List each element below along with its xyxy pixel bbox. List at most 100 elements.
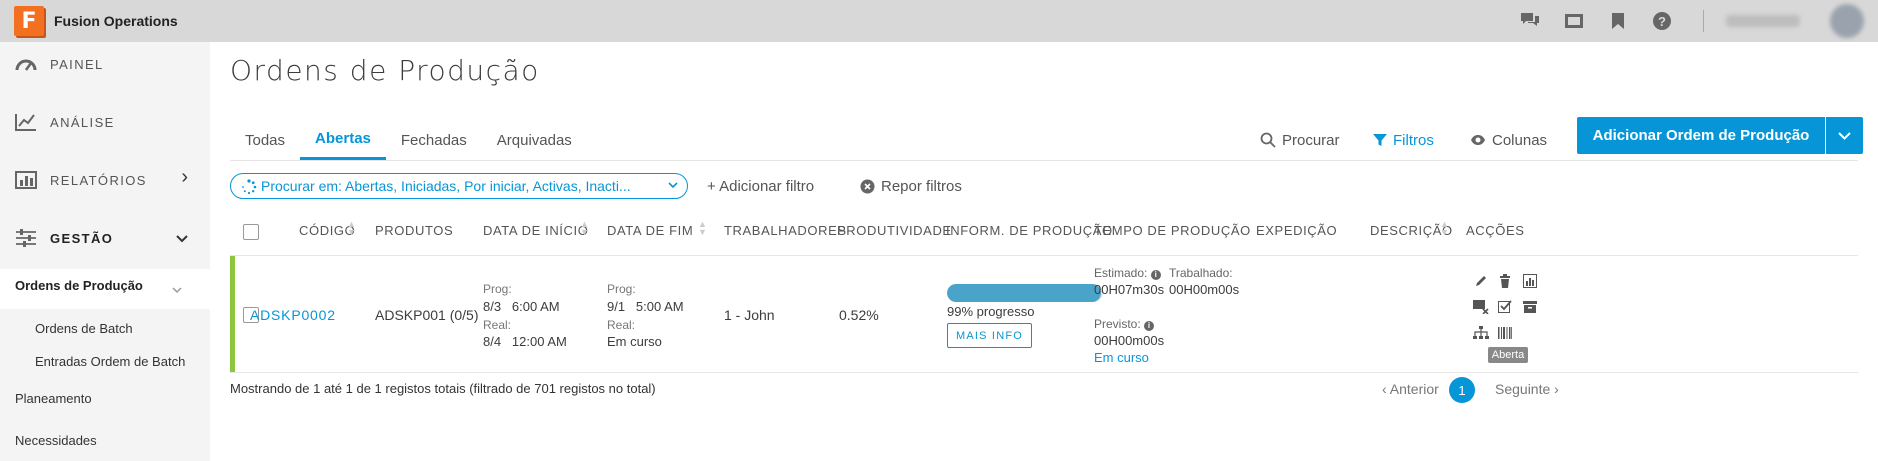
time-status-link[interactable]: Em curso <box>1094 350 1149 365</box>
column-header-trabalhadores[interactable]: TRABALHADORES <box>724 223 847 238</box>
search-button[interactable]: Procurar <box>1260 128 1340 152</box>
loading-icon <box>242 179 257 195</box>
columns-button[interactable]: Colunas <box>1470 128 1547 152</box>
sliders-icon <box>14 228 38 248</box>
column-header-produtividade[interactable]: PRODUTIVIDADE <box>837 223 952 238</box>
column-header-inform-producao[interactable]: INFORM. DE PRODUÇÃO <box>946 223 1113 238</box>
divider <box>230 372 1858 373</box>
order-code-link[interactable]: ADSKP0002 <box>250 307 336 323</box>
app-logo[interactable]: F <box>14 6 44 36</box>
sidebar-item-label: RELATÓRIOS <box>50 172 147 188</box>
column-header-expedicao[interactable]: EXPEDIÇÃO <box>1256 223 1337 238</box>
status-tooltip: Aberta <box>1488 347 1528 363</box>
search-label: Procurar <box>1282 131 1340 149</box>
column-header-data-fim[interactable]: DATA DE FIM <box>607 223 693 238</box>
chevron-down-icon <box>176 230 188 246</box>
screen-icon[interactable] <box>1563 10 1585 32</box>
add-filter-button[interactable]: + Adicionar filtro <box>707 178 814 195</box>
progress-text: 99% progresso <box>947 304 1035 319</box>
tab-arquivadas[interactable]: Arquivadas <box>482 120 587 160</box>
sort-icon[interactable]: ▲ ▼ <box>1440 220 1449 237</box>
sidebar-subitem-ordens-producao[interactable]: Ordens de Produção <box>15 278 143 293</box>
end-real-label: Real: <box>607 318 636 332</box>
tab-fechadas[interactable]: Fechadas <box>386 120 482 160</box>
start-prog-value: 8/3 6:00 AM <box>483 299 560 314</box>
chevron-right-icon: › <box>181 166 188 188</box>
chat-icon[interactable] <box>1519 10 1541 32</box>
start-real-value: 8/4 12:00 AM <box>483 334 567 349</box>
filter-pill-label: Procurar em: Abertas, Iniciadas, Por ini… <box>261 178 631 194</box>
bookmark-icon[interactable] <box>1607 10 1629 32</box>
filters-button[interactable]: Filtros <box>1373 128 1434 152</box>
avatar[interactable] <box>1830 4 1864 38</box>
reset-filters-label: Repor filtros <box>881 178 962 195</box>
delete-icon[interactable] <box>1496 272 1514 290</box>
sidebar-item-painel[interactable]: PAINEL <box>0 46 210 82</box>
checkbox-icon[interactable] <box>1496 298 1514 316</box>
end-prog-label: Prog: <box>607 282 636 296</box>
divider <box>230 255 1858 256</box>
production-progress-bar <box>947 284 1103 302</box>
sidebar-item-necessidades[interactable]: Necessidades <box>15 433 97 448</box>
records-summary: Mostrando de 1 até 1 de 1 registos totai… <box>230 381 656 396</box>
sidebar-item-planeamento[interactable]: Planeamento <box>15 391 92 406</box>
main-content: Ordens de Produção Todas Abertas Fechada… <box>210 42 1878 461</box>
end-prog-value: 9/1 5:00 AM <box>607 299 684 314</box>
add-dropdown-button[interactable] <box>1826 117 1863 154</box>
forecast-value: 00H00m00s <box>1094 333 1165 348</box>
reset-filters-button[interactable]: Repor filtros <box>860 178 962 195</box>
estimated-label: Estimado: i <box>1094 266 1161 280</box>
archive-icon[interactable] <box>1521 298 1539 316</box>
page-number-button[interactable]: 1 <box>1449 377 1475 403</box>
user-name[interactable] <box>1726 15 1800 27</box>
svg-text:?: ? <box>1658 14 1666 29</box>
progress-fill <box>947 284 1102 302</box>
analysis-icon <box>14 112 38 132</box>
end-real-value: Em curso <box>607 334 662 349</box>
sidebar-subitem-ordens-batch[interactable]: Ordens de Batch <box>35 321 133 336</box>
add-production-order-button[interactable]: Adicionar Ordem de Produção <box>1577 117 1825 154</box>
sort-icon[interactable]: ▲ ▼ <box>347 220 356 237</box>
worked-label: Trabalhado: <box>1169 266 1233 280</box>
sidebar-subitem-entradas-batch[interactable]: Entradas Ordem de Batch <box>35 354 185 369</box>
filter-icon <box>1373 134 1387 146</box>
chevron-down-icon <box>172 285 182 297</box>
hierarchy-icon[interactable] <box>1472 324 1490 342</box>
workers-cell: 1 - John <box>724 307 775 323</box>
start-prog-label: Prog: <box>483 282 512 296</box>
tab-abertas[interactable]: Abertas <box>300 120 386 160</box>
tab-todas[interactable]: Todas <box>230 120 300 160</box>
filter-search-pill[interactable]: Procurar em: Abertas, Iniciadas, Por ini… <box>230 173 688 199</box>
divider <box>230 160 1858 161</box>
chart-icon[interactable] <box>1521 272 1539 290</box>
top-bar: F Fusion Operations ? <box>0 0 1878 42</box>
sidebar-item-gestao[interactable]: GESTÃO <box>0 220 210 256</box>
reports-icon <box>14 170 38 190</box>
product-cell: ADSKP001 (0/5) <box>375 307 479 323</box>
column-header-produtos[interactable]: PRODUTOS <box>375 223 453 238</box>
status-accent <box>230 256 235 372</box>
sidebar-item-relatorios[interactable]: RELATÓRIOS › <box>0 162 210 198</box>
sort-icon[interactable]: ▲ ▼ <box>698 220 707 237</box>
barcode-icon[interactable] <box>1496 324 1514 342</box>
column-header-data-inicio[interactable]: DATA DE INÍCIO <box>483 223 588 238</box>
forecast-label: Previsto: i <box>1094 317 1155 331</box>
more-info-button[interactable]: MAIS INFO <box>947 323 1032 348</box>
next-page-button[interactable]: Seguinte › <box>1495 381 1559 397</box>
sidebar-item-analise[interactable]: ANÁLISE <box>0 104 210 140</box>
previous-page-button[interactable]: ‹ Anterior <box>1382 381 1439 397</box>
chevron-down-icon <box>668 178 678 192</box>
help-icon[interactable]: ? <box>1651 10 1673 32</box>
sort-icon[interactable]: ▲ ▼ <box>580 220 589 237</box>
page-title: Ordens de Produção <box>230 54 540 87</box>
info-icon: i <box>1144 321 1155 331</box>
edit-icon[interactable] <box>1472 272 1490 290</box>
select-all-checkbox[interactable] <box>243 224 259 240</box>
column-header-tempo-producao[interactable]: TEMPO DE PRODUÇÃO <box>1094 223 1251 238</box>
start-real-label: Real: <box>483 318 512 332</box>
info-icon: i <box>1150 270 1161 280</box>
screen-close-icon[interactable] <box>1472 298 1490 316</box>
tab-bar: Todas Abertas Fechadas Arquivadas <box>230 120 587 160</box>
sidebar-item-label: ANÁLISE <box>50 114 115 130</box>
sidebar: PAINEL ANÁLISE RELATÓRIOS › GESTÃO Orden… <box>0 42 210 461</box>
